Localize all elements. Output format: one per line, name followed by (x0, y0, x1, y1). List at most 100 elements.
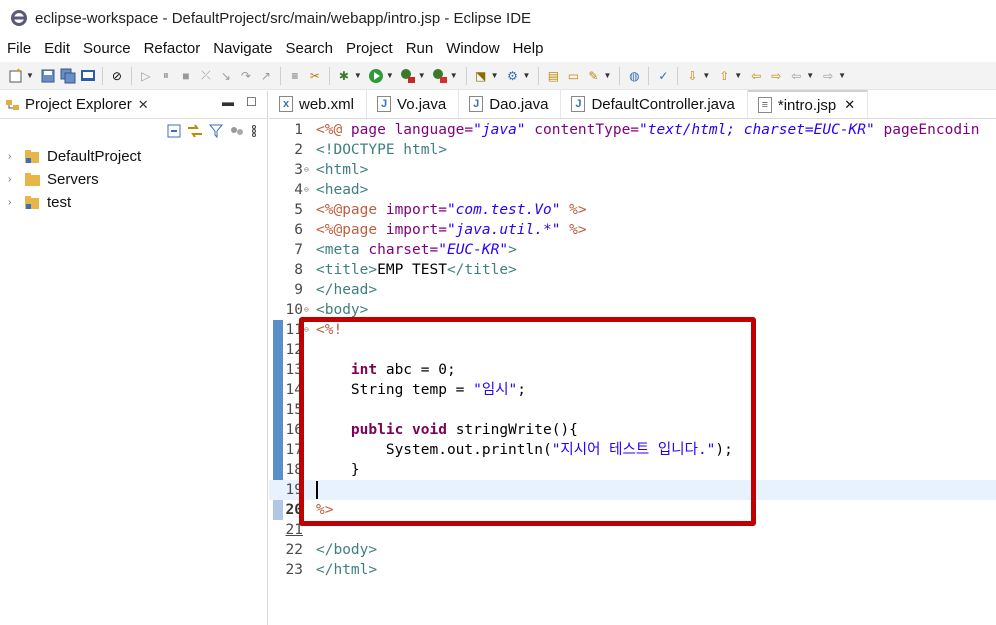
terminal-icon[interactable] (79, 67, 97, 85)
code-line: 4 ⊖ <head> (269, 180, 996, 200)
minimize-icon[interactable]: ▬ (222, 95, 234, 109)
code-line: 1 <%@ page language="java" contentType="t… (269, 120, 996, 140)
main-toolbar: ▼ ⊘ ▷ ⏸ ■ ⤫ ↘ ↷ ↗ ≡ ✂ ✱ ▼ ▼ ▼ ▼ ⬔ ▼ ⚙ ▼ … (0, 62, 996, 90)
next-annotation-icon[interactable]: ⇩ (683, 67, 701, 85)
menu-source[interactable]: Source (76, 36, 137, 62)
tree-item-label: test (47, 194, 72, 211)
menu-window[interactable]: Window (439, 36, 505, 62)
toolbar-separator (538, 66, 540, 85)
task-icon[interactable]: ✓ (654, 67, 672, 85)
chevron-down-icon[interactable]: ▼ (26, 71, 34, 80)
tree-item-defaultproject[interactable]: › DefaultProject (0, 145, 267, 168)
format-icon[interactable]: ≡ (286, 67, 304, 85)
tab-dao-java[interactable]: J Dao.java (459, 90, 562, 118)
project-explorer-icon (6, 99, 19, 110)
focus-icon[interactable] (229, 124, 245, 138)
skip-breakpoints-icon[interactable]: ⊘ (108, 67, 126, 85)
close-icon[interactable]: ✕ (844, 97, 855, 113)
previous-annotation-icon[interactable]: ⇧ (715, 67, 733, 85)
menu-edit[interactable]: Edit (37, 36, 76, 62)
tree-item-servers[interactable]: › Servers (0, 168, 267, 191)
new-icon[interactable] (7, 67, 25, 85)
step-into-icon[interactable]: ↘ (217, 67, 235, 85)
toolbar-separator (619, 66, 621, 85)
tree-item-test[interactable]: › test (0, 191, 267, 214)
toolbar-separator (101, 66, 103, 85)
debug-icon[interactable]: ✱ (335, 67, 353, 85)
filter-icon[interactable] (209, 124, 223, 138)
run-server-icon[interactable] (399, 67, 417, 85)
chevron-down-icon[interactable]: ▼ (702, 71, 710, 80)
resume-icon[interactable]: ▷ (137, 67, 155, 85)
project-tree: › DefaultProject › Servers › test (0, 143, 267, 214)
menu-refactor[interactable]: Refactor (137, 36, 207, 62)
globe-icon[interactable]: ◍ (625, 67, 643, 85)
toolbar-separator (677, 66, 679, 85)
forward-edit-icon[interactable]: ⇨ (767, 67, 785, 85)
chevron-down-icon[interactable]: ▼ (491, 71, 499, 80)
line-number: 9 (294, 282, 303, 298)
code-line: 7 <meta charset="EUC-KR"> (269, 240, 996, 260)
link-with-editor-icon[interactable] (187, 124, 203, 138)
chevron-down-icon[interactable]: ▼ (386, 71, 394, 80)
chevron-down-icon[interactable]: ▼ (806, 71, 814, 80)
chevron-down-icon[interactable]: ▼ (418, 71, 426, 80)
chevron-down-icon[interactable]: ▼ (450, 71, 458, 80)
code-token: "text/html; charset=EUC-KR" (639, 122, 875, 138)
line-number: 6 (294, 222, 303, 238)
fold-icon[interactable]: ⊖ (304, 160, 309, 180)
open-type-icon[interactable]: ▤ (544, 67, 562, 85)
menu-navigate[interactable]: Navigate (206, 36, 278, 62)
suspend-icon[interactable]: ⏸ (157, 67, 175, 85)
tab-defaultcontroller-java[interactable]: J DefaultController.java (561, 90, 748, 118)
title-bar: eclipse-workspace - DefaultProject/src/m… (0, 0, 996, 36)
view-menu-icon[interactable] (251, 124, 257, 138)
chevron-right-icon[interactable]: › (8, 151, 18, 162)
menu-search[interactable]: Search (278, 36, 339, 62)
maximize-icon[interactable]: ☐ (246, 95, 257, 109)
terminate-icon[interactable]: ■ (177, 67, 195, 85)
tab-intro-jsp[interactable]: ≡ *intro.jsp ✕ (747, 90, 869, 118)
save-all-icon[interactable] (59, 67, 77, 85)
chevron-down-icon[interactable]: ▼ (523, 71, 531, 80)
tab-vo-java[interactable]: J Vo.java (367, 90, 460, 118)
code-token: <meta (316, 242, 369, 258)
forward-icon[interactable]: ⇨ (819, 67, 837, 85)
back-icon[interactable]: ⇦ (787, 67, 805, 85)
fold-icon[interactable]: ⊖ (304, 180, 309, 200)
project-icon (25, 149, 39, 163)
chevron-down-icon[interactable]: ▼ (734, 71, 742, 80)
menu-project[interactable]: Project (339, 36, 399, 62)
jsp-file-icon: ≡ (757, 97, 772, 113)
chevron-down-icon[interactable]: ▼ (354, 71, 362, 80)
open-folder-icon[interactable]: ▭ (564, 67, 582, 85)
chevron-right-icon[interactable]: › (8, 174, 18, 185)
save-icon[interactable] (39, 67, 57, 85)
collapse-all-icon[interactable] (167, 124, 181, 138)
code-token: <%@ (316, 122, 351, 138)
chevron-down-icon[interactable]: ▼ (603, 71, 611, 80)
menu-file[interactable]: File (0, 36, 37, 62)
run-icon[interactable] (367, 67, 385, 85)
last-edit-icon[interactable]: ⇦ (747, 67, 765, 85)
line-number: 4 (294, 182, 303, 198)
new-class-icon[interactable]: ⚙ (504, 67, 522, 85)
menu-help[interactable]: Help (506, 36, 550, 62)
external-tools-icon[interactable] (431, 67, 449, 85)
line-number: 1 (294, 122, 303, 138)
chevron-down-icon[interactable]: ▼ (838, 71, 846, 80)
step-over-icon[interactable]: ↷ (237, 67, 255, 85)
close-icon[interactable]: ✕ (138, 97, 149, 113)
disconnect-icon[interactable]: ⤫ (197, 67, 215, 85)
tab-web-xml[interactable]: x web.xml (269, 90, 368, 118)
menu-run[interactable]: Run (399, 36, 440, 62)
line-number: 3 (294, 162, 303, 178)
new-java-project-icon[interactable]: ⬔ (472, 67, 490, 85)
chevron-right-icon[interactable]: › (8, 197, 18, 208)
toggle-ant-icon[interactable]: ✂ (306, 67, 324, 85)
code-line: 9 </head> (269, 280, 996, 300)
search-icon[interactable]: ✎ (584, 67, 602, 85)
step-return-icon[interactable]: ↗ (257, 67, 275, 85)
code-token: %> (560, 222, 587, 238)
code-token: page (350, 122, 395, 138)
